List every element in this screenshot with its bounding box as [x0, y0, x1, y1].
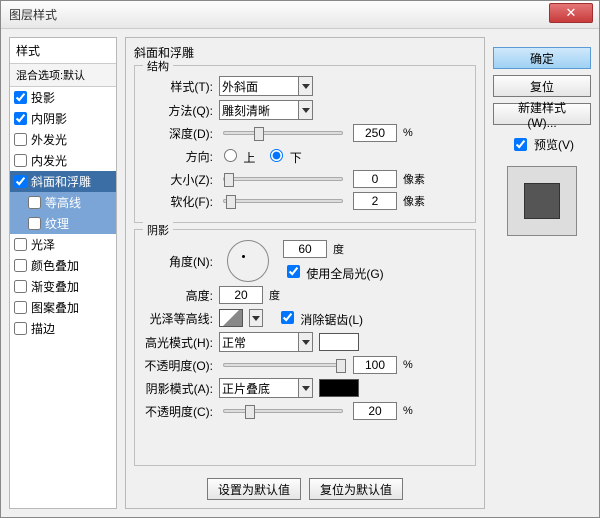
size-slider[interactable]: [223, 177, 343, 181]
depth-input[interactable]: [353, 124, 397, 142]
soften-label: 软化(F):: [143, 193, 213, 210]
shading-group: 阴影 角度(N): 度 使用全局光(G) 高度: 度: [134, 229, 476, 466]
highlight-mode-select[interactable]: [219, 332, 313, 352]
chevron-down-icon[interactable]: [249, 309, 263, 327]
soften-slider[interactable]: [223, 199, 343, 203]
shadow-mode-select[interactable]: [219, 378, 313, 398]
altitude-label: 高度:: [143, 287, 213, 304]
structure-group: 结构 样式(T): 方法(Q): 深度(D): % 方向:: [134, 65, 476, 223]
method-label: 方法(Q):: [143, 102, 213, 119]
depth-unit: %: [403, 127, 427, 139]
chk-pattern-overlay[interactable]: [14, 301, 27, 314]
chk-drop-shadow[interactable]: [14, 91, 27, 104]
opt-pattern-overlay[interactable]: 图案叠加: [10, 297, 116, 318]
depth-slider[interactable]: [223, 131, 343, 135]
soften-unit: 像素: [403, 193, 427, 209]
opt-inner-glow[interactable]: 内发光: [10, 150, 116, 171]
size-input[interactable]: [353, 170, 397, 188]
close-button[interactable]: ✕: [549, 3, 593, 23]
blend-options-row[interactable]: 混合选项:默认: [10, 64, 116, 87]
sidebar-header: 样式: [10, 38, 116, 64]
chevron-down-icon: [299, 378, 313, 398]
angle-label: 角度(N):: [143, 253, 213, 270]
highlight-opacity-label: 不透明度(O):: [143, 357, 213, 374]
shading-title: 阴影: [143, 222, 173, 238]
opt-bevel-emboss[interactable]: 斜面和浮雕: [10, 171, 116, 192]
chk-satin[interactable]: [14, 238, 27, 251]
ok-button[interactable]: 确定: [493, 47, 591, 69]
soften-input[interactable]: [353, 192, 397, 210]
chk-gradient-overlay[interactable]: [14, 280, 27, 293]
chk-contour[interactable]: [28, 196, 41, 209]
structure-title: 结构: [143, 58, 173, 74]
layer-style-dialog: 图层样式 ✕ 样式 混合选项:默认 投影 内阴影 外发光 内发光 斜面和浮雕 等…: [0, 0, 600, 518]
chevron-down-icon: [299, 100, 313, 120]
opt-inner-shadow[interactable]: 内阴影: [10, 108, 116, 129]
gloss-contour-picker[interactable]: [219, 309, 243, 327]
chk-outer-glow[interactable]: [14, 133, 27, 146]
angle-unit: 度: [333, 241, 357, 257]
settings-panel: 斜面和浮雕 结构 样式(T): 方法(Q): 深度(D): %: [125, 37, 485, 509]
chk-bevel-emboss[interactable]: [14, 175, 27, 188]
style-select[interactable]: [219, 76, 313, 96]
direction-label: 方向:: [143, 148, 213, 165]
chk-texture[interactable]: [28, 217, 41, 230]
size-unit: 像素: [403, 171, 427, 187]
size-label: 大小(Z):: [143, 171, 213, 188]
opt-outer-glow[interactable]: 外发光: [10, 129, 116, 150]
action-panel: 确定 复位 新建样式(W)... 预览(V): [493, 37, 591, 509]
titlebar: 图层样式 ✕: [1, 1, 599, 29]
styles-sidebar: 样式 混合选项:默认 投影 内阴影 外发光 内发光 斜面和浮雕 等高线 纹理 光…: [9, 37, 117, 509]
chk-inner-shadow[interactable]: [14, 112, 27, 125]
cancel-button[interactable]: 复位: [493, 75, 591, 97]
panel-title: 斜面和浮雕: [134, 44, 476, 61]
opt-texture[interactable]: 纹理: [10, 213, 116, 234]
new-style-button[interactable]: 新建样式(W)...: [493, 103, 591, 125]
depth-label: 深度(D):: [143, 125, 213, 142]
highlight-opacity-unit: %: [403, 359, 427, 371]
angle-dial[interactable]: [227, 240, 269, 282]
altitude-input[interactable]: [219, 286, 263, 304]
altitude-unit: 度: [269, 287, 293, 303]
reset-default-button[interactable]: 复位为默认值: [309, 478, 403, 500]
make-default-button[interactable]: 设置为默认值: [207, 478, 301, 500]
direction-down[interactable]: 下: [265, 146, 301, 166]
shadow-opacity-label: 不透明度(C):: [143, 403, 213, 420]
chk-inner-glow[interactable]: [14, 154, 27, 167]
preview-checkbox[interactable]: 预览(V): [493, 135, 591, 154]
chk-stroke[interactable]: [14, 322, 27, 335]
opt-color-overlay[interactable]: 颜色叠加: [10, 255, 116, 276]
preview-thumbnail: [507, 166, 577, 236]
highlight-opacity-input[interactable]: [353, 356, 397, 374]
shadow-opacity-slider[interactable]: [223, 409, 343, 413]
shadow-color-swatch[interactable]: [319, 379, 359, 397]
opt-drop-shadow[interactable]: 投影: [10, 87, 116, 108]
highlight-mode-label: 高光模式(H):: [143, 334, 213, 351]
chevron-down-icon: [299, 332, 313, 352]
style-label: 样式(T):: [143, 78, 213, 95]
angle-input[interactable]: [283, 240, 327, 258]
chk-color-overlay[interactable]: [14, 259, 27, 272]
chevron-down-icon: [299, 76, 313, 96]
highlight-color-swatch[interactable]: [319, 333, 359, 351]
direction-up[interactable]: 上: [219, 146, 255, 166]
opt-stroke[interactable]: 描边: [10, 318, 116, 339]
opt-satin[interactable]: 光泽: [10, 234, 116, 255]
opt-contour[interactable]: 等高线: [10, 192, 116, 213]
antialias-checkbox[interactable]: 消除锯齿(L): [277, 308, 363, 328]
global-light-checkbox[interactable]: 使用全局光(G): [283, 262, 384, 282]
shadow-opacity-input[interactable]: [353, 402, 397, 420]
gloss-contour-label: 光泽等高线:: [143, 310, 213, 327]
method-select[interactable]: [219, 100, 313, 120]
shadow-opacity-unit: %: [403, 405, 427, 417]
window-title: 图层样式: [9, 6, 57, 23]
highlight-opacity-slider[interactable]: [223, 363, 343, 367]
shadow-mode-label: 阴影模式(A):: [143, 380, 213, 397]
opt-gradient-overlay[interactable]: 渐变叠加: [10, 276, 116, 297]
